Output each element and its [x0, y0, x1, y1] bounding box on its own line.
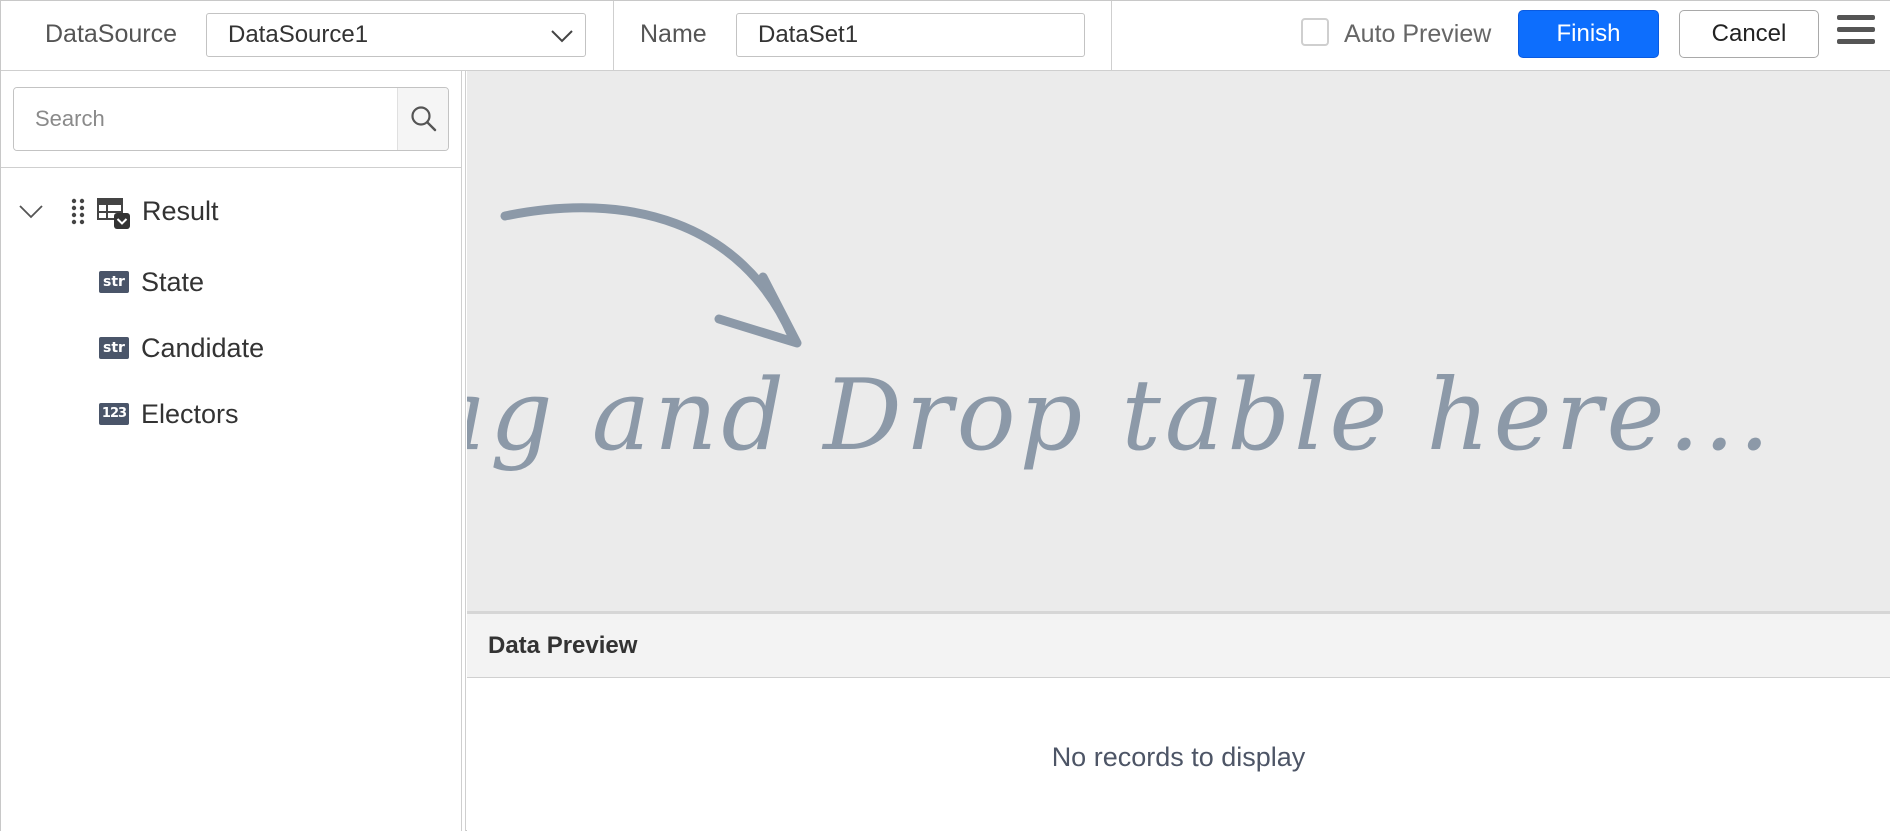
toolbar-divider: [1111, 1, 1112, 70]
tree-node-result[interactable]: Result: [1, 186, 461, 236]
data-preview-body: No records to display: [467, 678, 1890, 831]
string-type-icon: str: [99, 337, 129, 359]
dataset-name-input[interactable]: [736, 13, 1085, 57]
dataset-designer: DataSource DataSource1 Name Auto Preview…: [0, 0, 1890, 831]
panel-divider: [1, 167, 461, 168]
hamburger-menu-icon[interactable]: [1837, 15, 1875, 51]
auto-preview-checkbox[interactable]: [1301, 18, 1329, 46]
tree-node-label: Candidate: [141, 333, 265, 363]
string-type-icon: str: [99, 271, 129, 293]
drop-hint-graphic: Drag and Drop table here...: [467, 203, 1774, 473]
chevron-down-icon: [551, 30, 573, 43]
tree-node-state[interactable]: str State: [1, 257, 461, 307]
cancel-button[interactable]: Cancel: [1679, 10, 1819, 58]
data-preview-header: Data Preview: [467, 611, 1890, 678]
search-icon: [411, 106, 437, 132]
toolbar-divider: [613, 1, 614, 70]
tree-node-label: Result: [142, 196, 219, 226]
auto-preview-label[interactable]: Auto Preview: [1344, 1, 1491, 71]
toolbar: DataSource DataSource1 Name Auto Preview…: [1, 1, 1890, 71]
search-box: [13, 87, 449, 151]
data-preview-title: Data Preview: [488, 632, 638, 659]
empty-state-text: No records to display: [1051, 742, 1306, 772]
panel-splitter[interactable]: [462, 71, 466, 831]
number-type-icon: 123: [99, 403, 129, 425]
tree-node-label: Electors: [141, 399, 239, 429]
datasource-label: DataSource: [45, 20, 178, 48]
schema-panel: Result str State str Candidate 123 Elect…: [1, 71, 462, 831]
chevron-down-icon[interactable]: [18, 198, 44, 224]
finish-button[interactable]: Finish: [1518, 10, 1659, 58]
tree-node-label: State: [141, 267, 205, 297]
table-drop-zone[interactable]: Drag and Drop table here...: [467, 71, 1890, 611]
search-button[interactable]: [397, 88, 448, 150]
name-label: Name: [640, 20, 707, 48]
datasource-selected-value: DataSource1: [228, 21, 369, 48]
drop-hint-text: Drag and Drop table here...: [467, 359, 1774, 473]
datasource-dropdown[interactable]: DataSource1: [206, 13, 586, 57]
table-icon: [97, 198, 130, 229]
tree-node-electors[interactable]: 123 Electors: [1, 389, 461, 439]
drag-handle-icon[interactable]: [71, 197, 85, 225]
curved-arrow-icon: [500, 203, 797, 341]
search-input[interactable]: [14, 88, 397, 150]
tree-node-candidate[interactable]: str Candidate: [1, 323, 461, 373]
